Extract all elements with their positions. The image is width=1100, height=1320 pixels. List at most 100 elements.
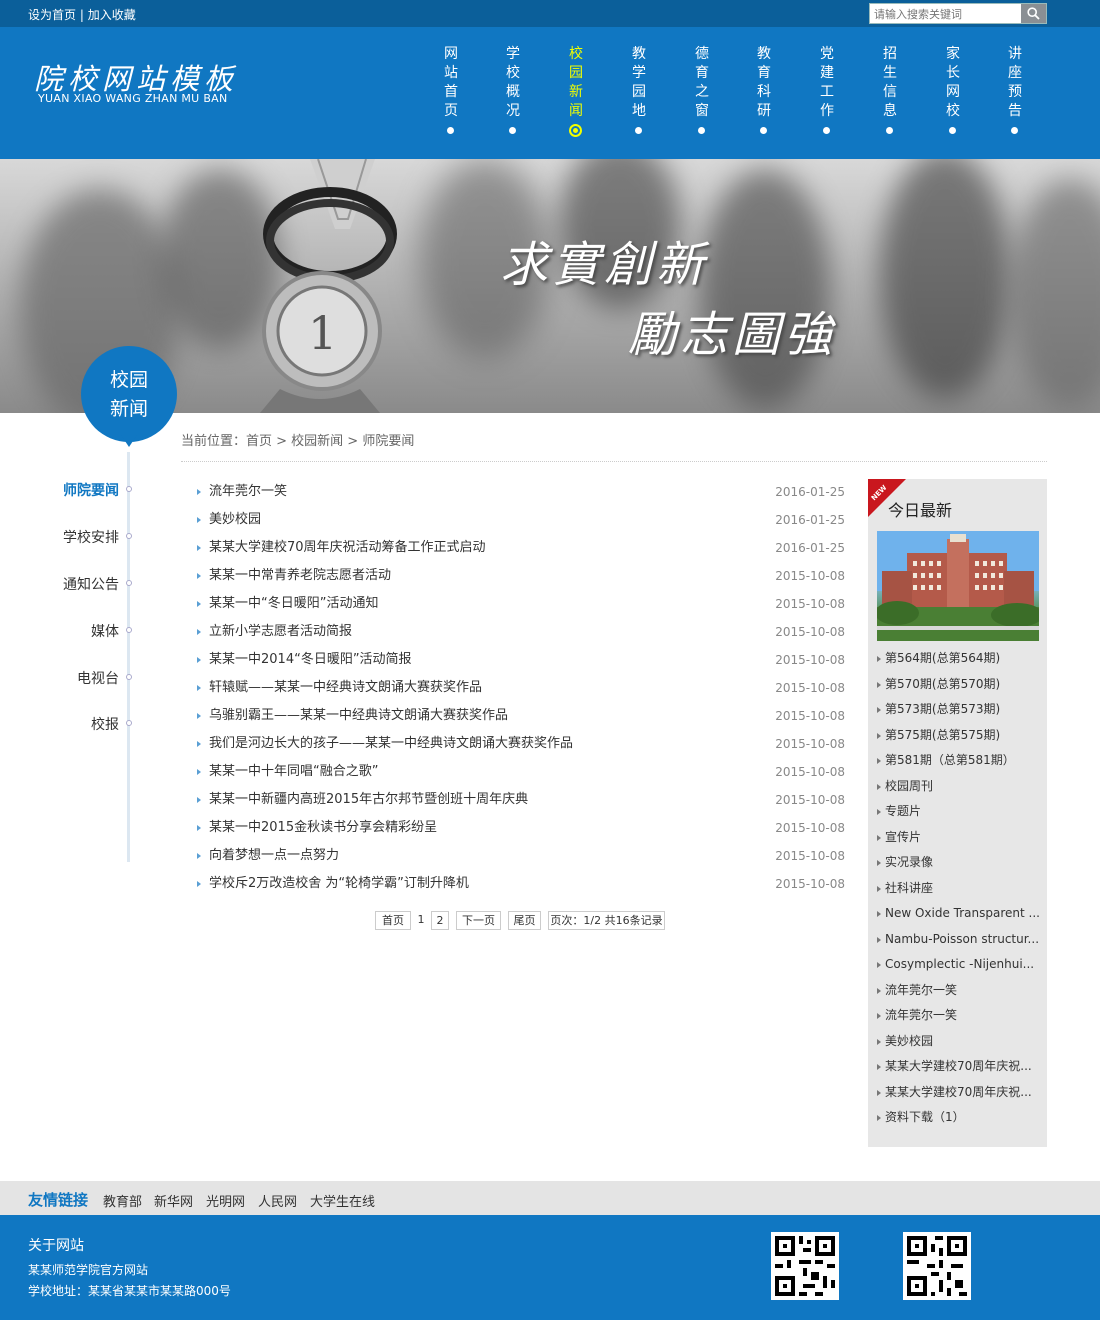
- latest-item[interactable]: 第570期(总第570期): [877, 674, 1042, 700]
- news-title-link[interactable]: 美妙校园: [209, 510, 261, 530]
- latest-item[interactable]: 第581期（总第581期）: [877, 750, 1042, 776]
- friend-link[interactable]: 大学生在线: [310, 1191, 375, 1210]
- latest-item[interactable]: Cosymplectic -Nijenhui...: [877, 954, 1042, 980]
- nav-label: 德育之窗: [695, 46, 709, 119]
- nav-item-research[interactable]: 教育科研: [744, 45, 784, 135]
- page-last-button[interactable]: 尾页: [508, 911, 541, 930]
- latest-item[interactable]: 宣传片: [877, 827, 1042, 853]
- side-item-headlines[interactable]: 师院要闻: [10, 480, 132, 500]
- nav-item-about[interactable]: 学校概况: [493, 45, 533, 135]
- search-button[interactable]: [1021, 4, 1046, 23]
- latest-item[interactable]: 第573期(总第573期): [877, 699, 1042, 725]
- latest-item[interactable]: 第564期(总第564期): [877, 648, 1042, 674]
- bullet-arrow-icon: [197, 713, 201, 719]
- latest-item-label: 校园周刊: [885, 778, 934, 793]
- side-item-newspaper[interactable]: 校报: [10, 714, 132, 734]
- nav-dot: [760, 127, 767, 134]
- nav-item-home[interactable]: 网站首页: [431, 45, 471, 135]
- news-title-link[interactable]: 某某一中新疆内高班2015年古尔邦节暨创班十周年庆典: [209, 790, 528, 810]
- friend-links-title: 友情链接: [28, 1191, 89, 1209]
- latest-item-label: Cosymplectic -Nijenhui...: [885, 957, 1035, 971]
- side-item-label: 校报: [91, 717, 119, 733]
- news-row: 立新小学志愿者活动简报 2015-10-08: [197, 622, 847, 650]
- latest-item[interactable]: 某某大学建校70周年庆祝...: [877, 1082, 1042, 1108]
- side-item-notices[interactable]: 通知公告: [10, 574, 132, 594]
- site-footer: 关于网站 某某师范学院官方网站 学校地址：某某省某某市某某路000号: [0, 1215, 1100, 1320]
- latest-item-label: 社科讲座: [885, 880, 934, 895]
- bullet-arrow-icon: [197, 853, 201, 859]
- side-item-schedule[interactable]: 学校安排: [10, 527, 132, 547]
- friend-link[interactable]: 人民网: [258, 1191, 297, 1210]
- banner-slogan-1: 求實創新: [500, 237, 709, 293]
- side-item-tv[interactable]: 电视台: [10, 668, 132, 688]
- latest-item[interactable]: New Oxide Transparent ...: [877, 903, 1042, 929]
- banner-figure: [880, 159, 1010, 399]
- side-item-label: 电视台: [77, 671, 119, 687]
- news-title-link[interactable]: 某某大学建校70周年庆祝活动筹备工作正式启动: [209, 538, 486, 558]
- latest-item[interactable]: 资料下载（1）: [877, 1107, 1042, 1133]
- news-title-link[interactable]: 向着梦想一点一点努力: [209, 846, 339, 866]
- page-2-button[interactable]: 2: [431, 911, 449, 930]
- news-title-link[interactable]: 某某一中十年同唱“融合之歌”: [209, 762, 378, 782]
- nav-item-teaching[interactable]: 教学园地: [619, 45, 659, 135]
- side-item-media[interactable]: 媒体: [10, 621, 132, 641]
- news-row: 向着梦想一点一点努力 2015-10-08: [197, 846, 847, 874]
- nav-label: 校园新闻: [569, 46, 583, 119]
- banner-figure: [700, 169, 830, 409]
- latest-item[interactable]: Nambu-Poisson structur...: [877, 929, 1042, 955]
- add-favorite-link[interactable]: 加入收藏: [88, 8, 136, 22]
- campus-photo[interactable]: [877, 531, 1039, 641]
- news-title-link[interactable]: 轩辕赋——某某一中经典诗文朗诵大赛获奖作品: [209, 678, 482, 698]
- page-first-button[interactable]: 首页: [375, 911, 411, 930]
- friend-link[interactable]: 光明网: [206, 1191, 245, 1210]
- search-input[interactable]: [874, 6, 1019, 22]
- nav-dot: [698, 127, 705, 134]
- nav-item-news[interactable]: 校园新闻: [556, 45, 596, 137]
- bullet-arrow-icon: [877, 962, 881, 968]
- set-home-link[interactable]: 设为首页: [28, 8, 76, 22]
- latest-item[interactable]: 流年莞尔一笑: [877, 980, 1042, 1006]
- nav-item-admission[interactable]: 招生信息: [870, 45, 910, 135]
- bullet-arrow-icon: [877, 885, 881, 892]
- latest-item[interactable]: 第575期(总第575期): [877, 725, 1042, 751]
- news-title-link[interactable]: 乌骓别霸王——某某一中经典诗文朗诵大赛获奖作品: [209, 706, 508, 726]
- top-bar: 设为首页 | 加入收藏: [0, 0, 1100, 27]
- latest-item[interactable]: 专题片: [877, 801, 1042, 827]
- page-current: 1: [414, 911, 428, 930]
- latest-item-label: 第581期（总第581期）: [885, 753, 1015, 767]
- section-badge: 校园 新闻: [81, 346, 177, 447]
- nav-item-lectures[interactable]: 讲座预告: [995, 45, 1035, 135]
- news-title-link[interactable]: 某某一中2015金秋读书分享会精彩纷呈: [209, 818, 437, 838]
- friend-link[interactable]: 教育部: [103, 1191, 142, 1210]
- latest-item[interactable]: 实况录像: [877, 852, 1042, 878]
- banner-slogan-2: 勵志圖強: [628, 307, 837, 363]
- main-nav: 网站首页 学校概况 校园新闻 教学园地 德育之窗 教育科研 党建工作 招生信息 …: [431, 45, 1051, 137]
- nav-item-moral[interactable]: 德育之窗: [682, 45, 722, 135]
- side-dot: [126, 627, 132, 633]
- latest-item[interactable]: 流年莞尔一笑: [877, 1005, 1042, 1031]
- friend-link[interactable]: 新华网: [154, 1191, 193, 1210]
- nav-item-parents[interactable]: 家长网校: [933, 45, 973, 135]
- news-title-link[interactable]: 流年莞尔一笑: [209, 482, 287, 502]
- news-title-link[interactable]: 学校斥2万改造校舍 为“轮椅学霸”订制升降机: [209, 874, 469, 894]
- side-nav: 师院要闻 学校安排 通知公告 媒体 电视台 校报: [0, 480, 132, 860]
- news-row: 某某一中2015金秋读书分享会精彩纷呈 2015-10-08: [197, 818, 847, 846]
- page-next-button[interactable]: 下一页: [456, 911, 501, 930]
- bullet-arrow-icon: [877, 834, 881, 841]
- latest-item[interactable]: 某某大学建校70周年庆祝...: [877, 1056, 1042, 1082]
- news-title-link[interactable]: 某某一中“冬日暖阳”活动通知: [209, 594, 378, 614]
- side-dot: [126, 486, 132, 492]
- nav-label: 党建工作: [820, 46, 834, 119]
- latest-item[interactable]: 美妙校园: [877, 1031, 1042, 1057]
- latest-item[interactable]: 校园周刊: [877, 776, 1042, 802]
- bullet-arrow-icon: [197, 545, 201, 551]
- latest-item[interactable]: 社科讲座: [877, 878, 1042, 904]
- news-title-link[interactable]: 某某一中2014“冬日暖阳”活动简报: [209, 650, 412, 670]
- nav-item-party[interactable]: 党建工作: [807, 45, 847, 135]
- bullet-arrow-icon: [197, 629, 201, 635]
- side-dot: [126, 580, 132, 586]
- news-title-link[interactable]: 立新小学志愿者活动简报: [209, 622, 352, 642]
- news-title-link[interactable]: 某某一中常青养老院志愿者活动: [209, 566, 391, 586]
- news-title-link[interactable]: 我们是河边长大的孩子——某某一中经典诗文朗诵大赛获奖作品: [209, 734, 573, 754]
- medal-icon: 1: [260, 159, 397, 413]
